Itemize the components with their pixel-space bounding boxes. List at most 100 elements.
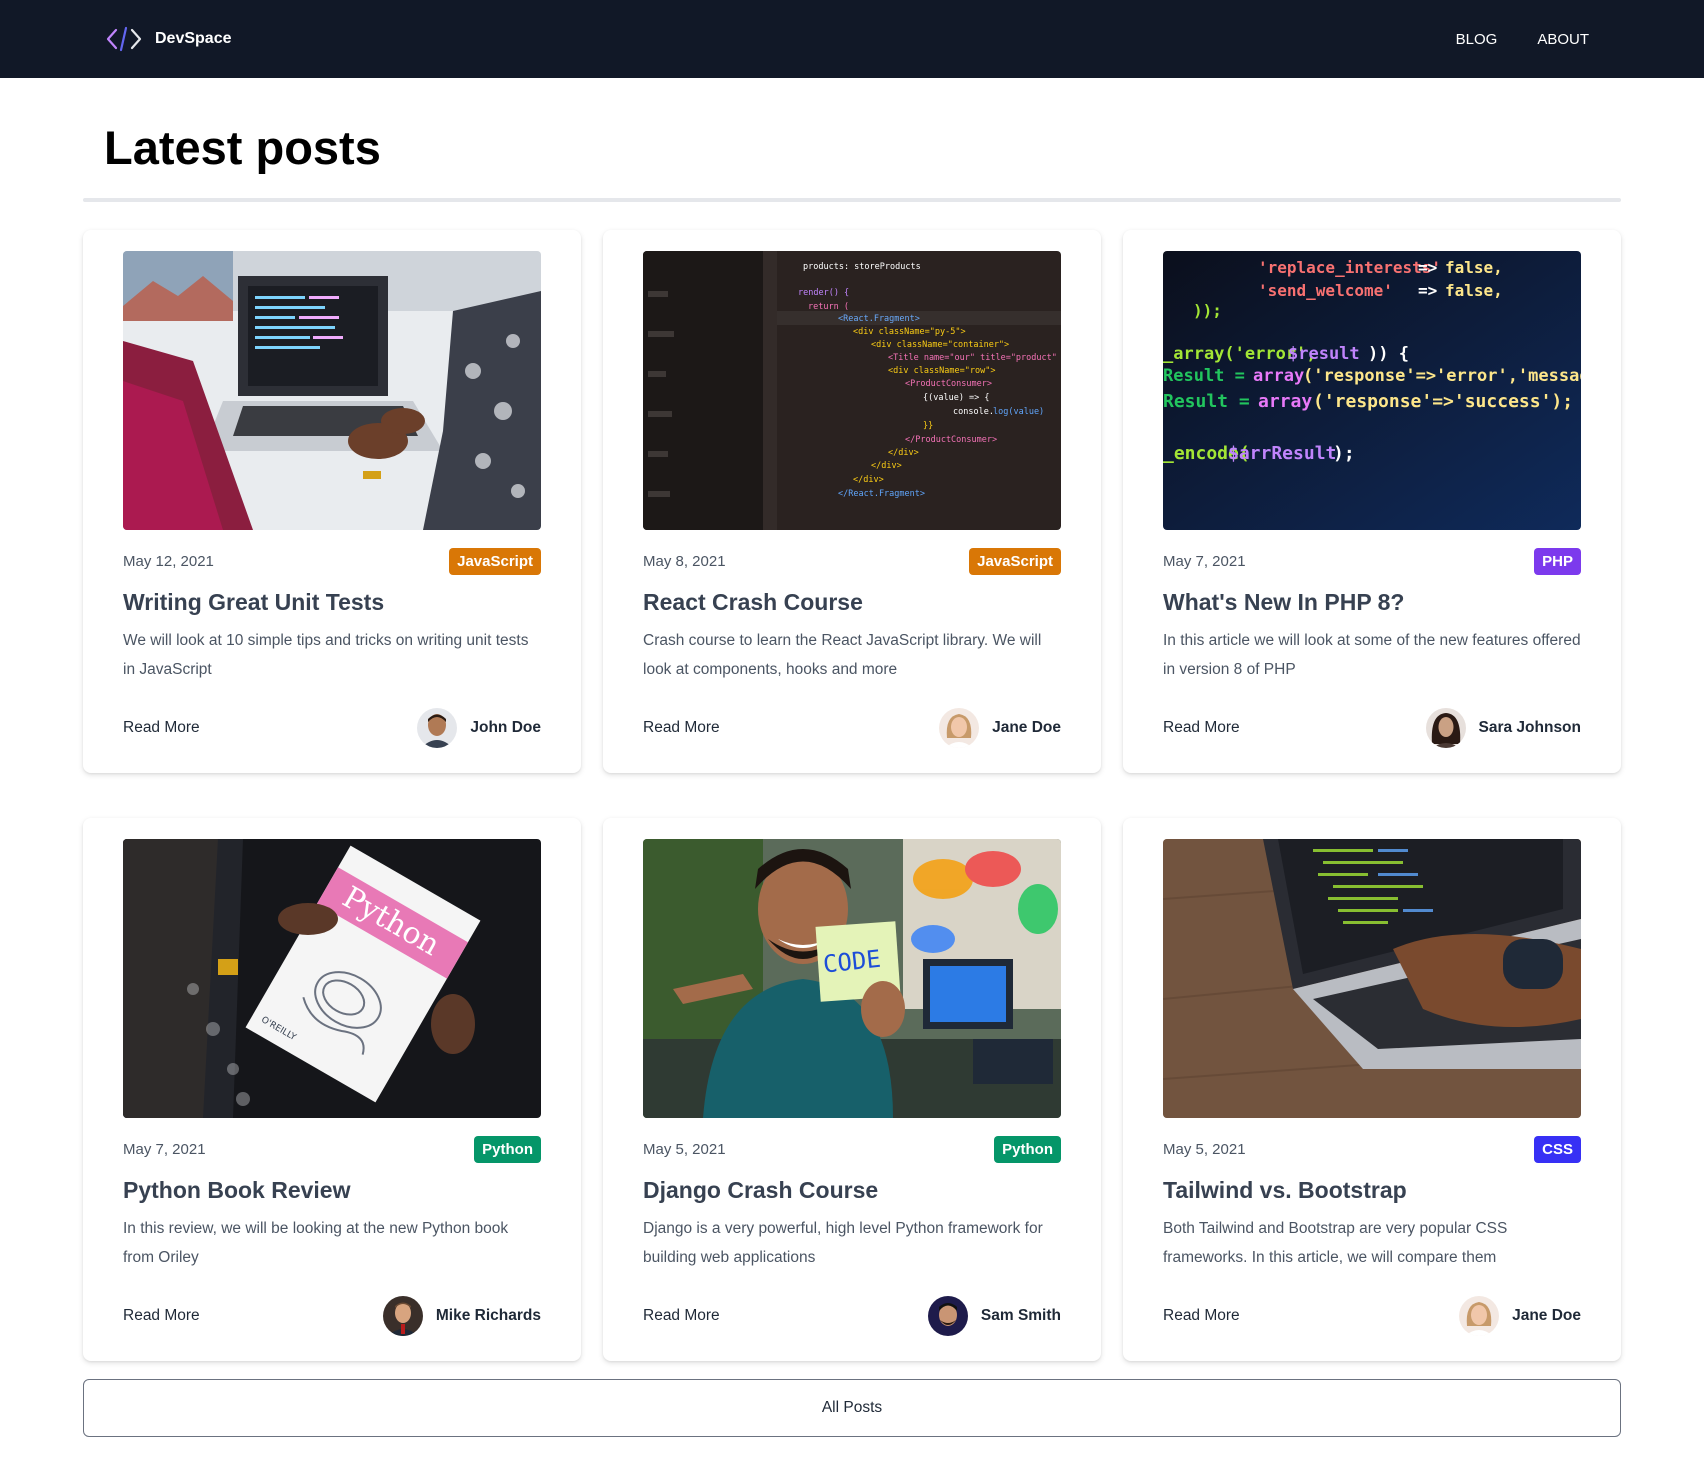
svg-text:$result: $result — [1288, 344, 1360, 364]
post-date: May 7, 2021 — [123, 1140, 206, 1158]
svg-text:</ProductConsumer>: </ProductConsumer> — [905, 435, 997, 445]
post-thumbnail[interactable]: 'replace_interests' => false, 'send_welc… — [1163, 251, 1581, 530]
read-more-link[interactable]: Read More — [123, 1307, 200, 1325]
svg-text:</React.Fragment>: </React.Fragment> — [838, 489, 925, 499]
nav-link-about[interactable]: ABOUT — [1537, 31, 1589, 48]
post-date: May 8, 2021 — [643, 552, 726, 570]
category-badge[interactable]: JavaScript — [969, 547, 1061, 575]
post-footer: Read More Sara Johnson — [1163, 707, 1582, 748]
post-title[interactable]: Python Book Review — [123, 1177, 541, 1205]
post-title[interactable]: React Crash Course — [643, 589, 1061, 617]
post-author: Sam Smith — [927, 1295, 1061, 1336]
post-title[interactable]: Writing Great Unit Tests — [123, 589, 541, 617]
category-badge[interactable]: PHP — [1534, 547, 1581, 575]
post-excerpt: In this review, we will be looking at th… — [123, 1219, 509, 1266]
post-thumbnail[interactable]: products: storeProducts render() { retur… — [643, 251, 1061, 530]
post-meta: May 8, 2021 JavaScript — [643, 545, 1061, 577]
post-footer: Read More John Doe — [123, 707, 541, 748]
svg-text:console.: console. — [953, 407, 994, 417]
post-excerpt: Crash course to learn the React JavaScri… — [643, 631, 1042, 678]
post-meta: May 7, 2021 PHP — [1163, 545, 1581, 577]
post-meta: May 7, 2021 Python — [123, 1133, 541, 1165]
post-card: CODE May 5, 2021 Python Django Crash Cou… — [603, 818, 1101, 1361]
svg-text:<ProductConsumer>: <ProductConsumer> — [905, 379, 992, 389]
svg-text:'send_welcome': 'send_welcome' — [1258, 281, 1393, 300]
post-excerpt: In this article we will look at some of … — [1163, 631, 1581, 678]
svg-text:=>: => — [1418, 281, 1437, 300]
post-title[interactable]: Django Crash Course — [643, 1177, 1061, 1205]
post-title[interactable]: Tailwind vs. Bootstrap — [1163, 1177, 1581, 1205]
category-badge[interactable]: Python — [994, 1135, 1061, 1163]
post-author: John Doe — [417, 707, 541, 748]
svg-text:'replace_interests': 'replace_interests' — [1258, 258, 1441, 277]
post-author: Sara Johnson — [1425, 707, 1582, 748]
post-author: Jane Doe — [1459, 1295, 1581, 1336]
svg-text:</div>: </div> — [871, 461, 902, 471]
read-more-link[interactable]: Read More — [1163, 1307, 1240, 1325]
post-title[interactable]: What's New In PHP 8? — [1163, 589, 1581, 617]
author-avatar — [382, 1295, 423, 1336]
svg-text:array: array — [1258, 391, 1312, 412]
svg-text:));: )); — [1193, 301, 1222, 320]
svg-text:$arrResult: $arrResult — [1228, 443, 1336, 464]
category-badge[interactable]: JavaScript — [449, 547, 541, 575]
post-author: Jane Doe — [939, 707, 1061, 748]
svg-text:}}: }} — [923, 421, 933, 431]
navbar: DevSpace BLOG ABOUT — [0, 0, 1704, 78]
all-posts-button[interactable]: All Posts — [83, 1379, 1621, 1437]
category-badge[interactable]: Python — [474, 1135, 541, 1163]
brand-name: DevSpace — [155, 30, 232, 47]
nav-links: BLOG ABOUT — [1456, 31, 1589, 48]
author-avatar — [417, 707, 458, 748]
post-card: products: storeProducts render() { retur… — [603, 230, 1101, 773]
post-author: Mike Richards — [382, 1295, 541, 1336]
author-avatar — [1425, 707, 1466, 748]
post-card: May 12, 2021 JavaScript Writing Great Un… — [83, 230, 581, 773]
svg-text:=>: => — [1418, 258, 1437, 277]
read-more-link[interactable]: Read More — [1163, 719, 1240, 737]
post-meta: May 5, 2021 CSS — [1163, 1133, 1581, 1165]
author-avatar — [939, 707, 980, 748]
brand-link[interactable]: DevSpace — [105, 25, 232, 53]
author-name: John Doe — [470, 718, 541, 736]
svg-text:array: array — [1253, 366, 1304, 386]
svg-text:Result =: Result = — [1163, 391, 1250, 412]
posts-grid: May 12, 2021 JavaScript Writing Great Un… — [83, 230, 1621, 1361]
laptop-typing-photo — [1163, 839, 1581, 1118]
laptop-code-photo — [123, 251, 541, 530]
svg-text:<div className="py-5">: <div className="py-5"> — [853, 327, 966, 337]
svg-text:)) {: )) { — [1368, 344, 1409, 364]
code-sticky-note-photo: CODE — [643, 839, 1061, 1118]
svg-text:log(value): log(value) — [993, 407, 1044, 417]
svg-text:false,: false, — [1445, 258, 1503, 277]
post-thumbnail[interactable] — [1163, 839, 1581, 1118]
page-title: Latest posts — [104, 121, 381, 174]
svg-text:<div className="container">: <div className="container"> — [871, 340, 1009, 350]
read-more-link[interactable]: Read More — [643, 1307, 720, 1325]
svg-text:<Title name="our" title="produ: <Title name="our" title="product" — [888, 353, 1057, 363]
post-meta: May 5, 2021 Python — [643, 1133, 1061, 1165]
title-divider — [83, 198, 1621, 202]
svg-text:products: storeProducts: products: storeProducts — [803, 262, 921, 272]
author-name: Sam Smith — [980, 1306, 1061, 1324]
post-thumbnail[interactable]: Python O'REILLY — [123, 839, 541, 1118]
post-card: Python O'REILLY May 7, 2021 Python Pytho… — [83, 818, 581, 1361]
post-date: May 5, 2021 — [643, 1140, 726, 1158]
svg-text:Result =: Result = — [1163, 366, 1245, 386]
read-more-link[interactable]: Read More — [643, 719, 720, 737]
post-thumbnail[interactable]: CODE — [643, 839, 1061, 1118]
react-code-photo: products: storeProducts render() { retur… — [643, 251, 1061, 530]
post-card: May 5, 2021 CSS Tailwind vs. Bootstrap B… — [1123, 818, 1621, 1361]
author-avatar — [927, 1295, 968, 1336]
author-name: Sara Johnson — [1478, 718, 1582, 736]
post-footer: Read More Sam Smith — [643, 1295, 1061, 1336]
svg-text:<div className="row">: <div className="row"> — [888, 366, 995, 376]
read-more-link[interactable]: Read More — [123, 719, 200, 737]
nav-link-blog[interactable]: BLOG — [1456, 31, 1498, 48]
post-date: May 12, 2021 — [123, 552, 214, 570]
category-badge[interactable]: CSS — [1534, 1135, 1581, 1163]
code-logo-icon — [106, 26, 142, 52]
author-name: Mike Richards — [435, 1306, 541, 1324]
post-thumbnail[interactable] — [123, 251, 541, 530]
post-excerpt: Both Tailwind and Bootstrap are very pop… — [1163, 1219, 1508, 1266]
